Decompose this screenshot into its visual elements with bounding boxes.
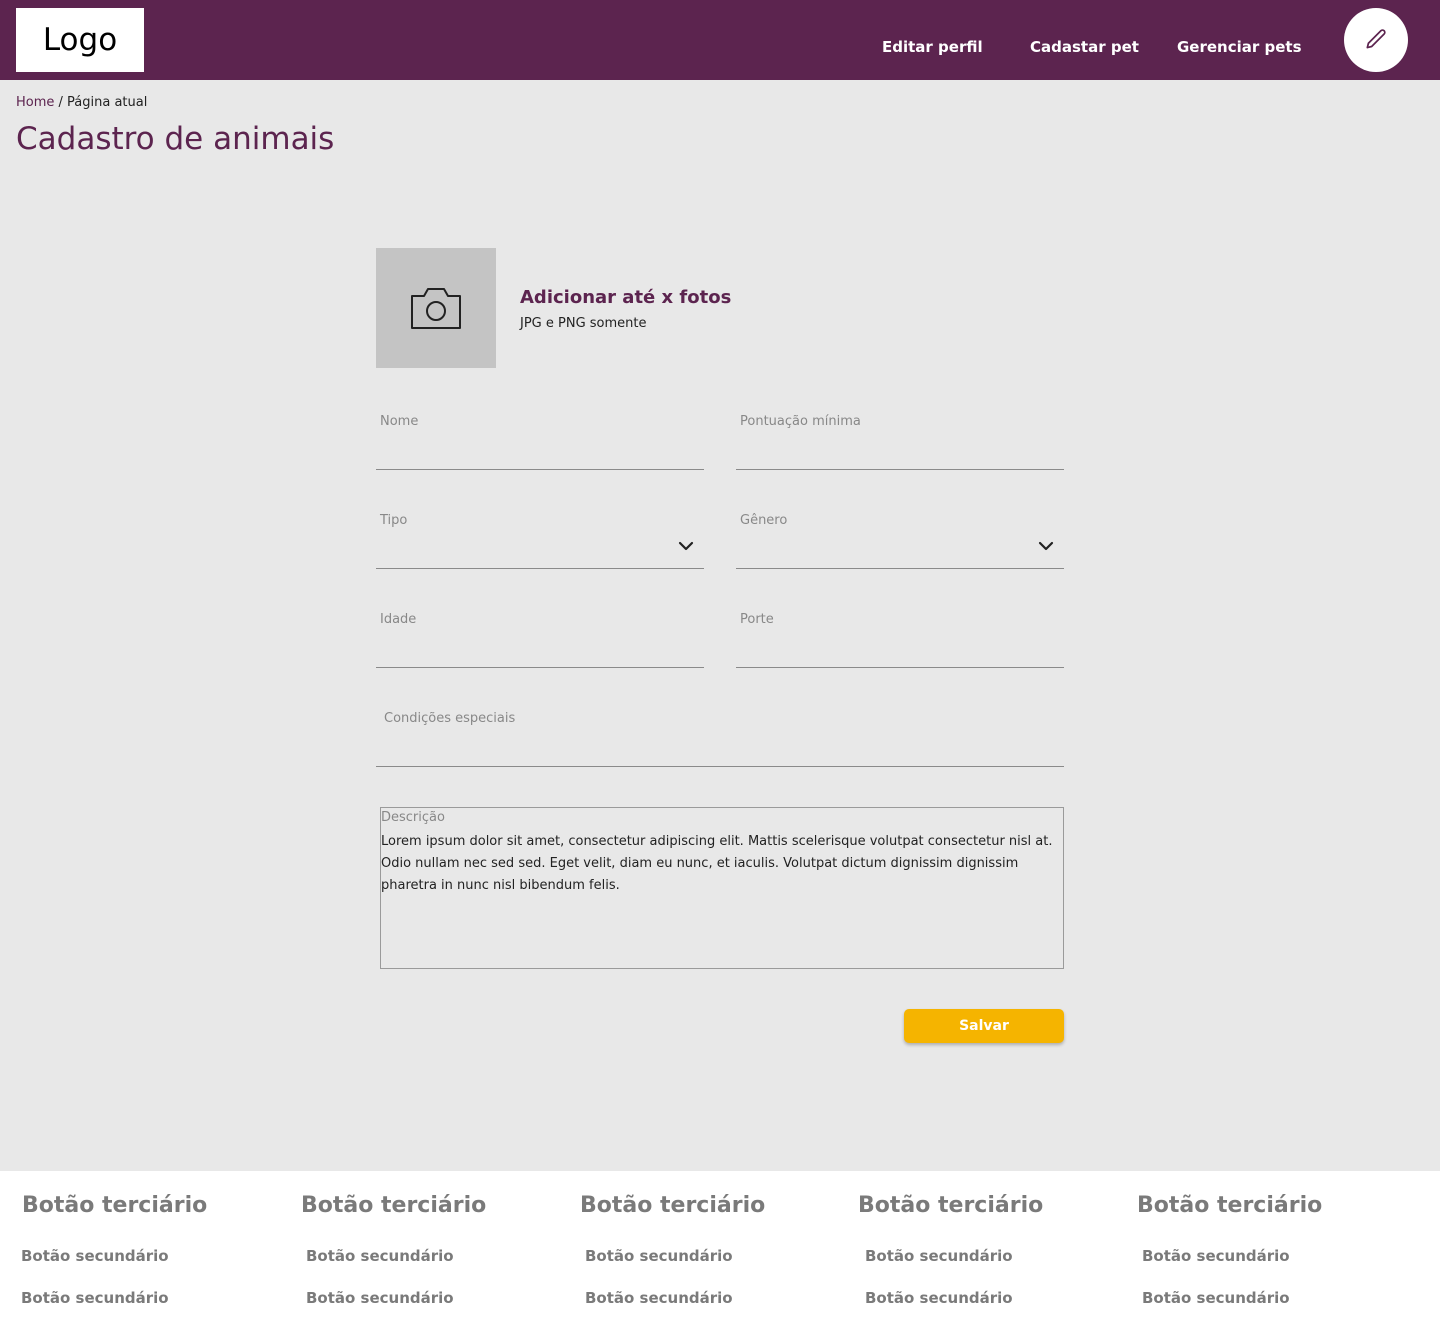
footer-tertiary-button[interactable]: Botão terciário	[858, 1193, 1043, 1218]
pencil-icon	[1366, 29, 1386, 49]
nav-editar-perfil[interactable]: Editar perfil	[882, 38, 983, 56]
logo[interactable]: Logo	[16, 8, 144, 72]
nav-cadastrar-pet[interactable]: Cadastar pet	[1030, 38, 1139, 56]
footer-tertiary-button[interactable]: Botão terciário	[580, 1193, 765, 1218]
footer-secondary-button[interactable]: Botão secundário	[585, 1289, 733, 1307]
nav-gerenciar-pets[interactable]: Gerenciar pets	[1177, 38, 1302, 56]
photo-upload-title: Adicionar até x fotos	[520, 287, 732, 308]
pontuacao-minima-label: Pontuação mínima	[740, 414, 861, 429]
nome-label: Nome	[380, 414, 419, 429]
condicoes-especiais-label: Condições especiais	[384, 711, 516, 726]
tipo-select[interactable]: Tipo	[376, 509, 704, 569]
nome-field[interactable]: Nome	[376, 410, 704, 470]
top-navbar: Logo Editar perfil Cadastar pet Gerencia…	[0, 0, 1440, 80]
footer: Botão terciário Botão secundário Botão s…	[0, 1171, 1440, 1339]
footer-secondary-button[interactable]: Botão secundário	[585, 1247, 733, 1265]
footer-secondary-button[interactable]: Botão secundário	[1142, 1247, 1290, 1265]
descricao-value: Lorem ipsum dolor sit amet, consectetur …	[381, 834, 1053, 893]
condicoes-especiais-field[interactable]: Condições especiais	[376, 707, 1064, 767]
footer-secondary-button[interactable]: Botão secundário	[306, 1247, 454, 1265]
genero-label: Gênero	[740, 513, 788, 528]
footer-secondary-button[interactable]: Botão secundário	[21, 1247, 169, 1265]
footer-secondary-button[interactable]: Botão secundário	[21, 1289, 169, 1307]
descricao-textarea[interactable]: Descrição Lorem ipsum dolor sit amet, co…	[380, 807, 1064, 969]
breadcrumb-current: Página atual	[67, 95, 148, 110]
pontuacao-minima-field[interactable]: Pontuação mínima	[736, 410, 1064, 470]
idade-field[interactable]: Idade	[376, 608, 704, 668]
idade-label: Idade	[380, 612, 417, 627]
genero-select[interactable]: Gênero	[736, 509, 1064, 569]
edit-profile-button[interactable]	[1344, 8, 1408, 72]
footer-secondary-button[interactable]: Botão secundário	[865, 1289, 1013, 1307]
chevron-down-icon	[678, 541, 694, 551]
page-title: Cadastro de animais	[16, 121, 335, 157]
footer-secondary-button[interactable]: Botão secundário	[1142, 1289, 1290, 1307]
breadcrumb-separator: /	[54, 95, 68, 110]
footer-tertiary-button[interactable]: Botão terciário	[1137, 1193, 1322, 1218]
breadcrumb-home[interactable]: Home	[16, 95, 54, 110]
footer-tertiary-button[interactable]: Botão terciário	[301, 1193, 486, 1218]
chevron-down-icon	[1038, 541, 1054, 551]
footer-secondary-button[interactable]: Botão secundário	[865, 1247, 1013, 1265]
porte-label: Porte	[740, 612, 774, 627]
photo-upload-button[interactable]	[376, 248, 496, 368]
footer-tertiary-button[interactable]: Botão terciário	[22, 1193, 207, 1218]
footer-secondary-button[interactable]: Botão secundário	[306, 1289, 454, 1307]
camera-icon	[411, 288, 461, 329]
tipo-label: Tipo	[380, 513, 408, 528]
descricao-label: Descrição	[381, 810, 445, 825]
save-button[interactable]: Salvar	[904, 1009, 1064, 1043]
porte-field[interactable]: Porte	[736, 608, 1064, 668]
photo-upload-subtitle: JPG e PNG somente	[520, 316, 647, 331]
breadcrumb: Home / Página atual	[16, 95, 147, 110]
